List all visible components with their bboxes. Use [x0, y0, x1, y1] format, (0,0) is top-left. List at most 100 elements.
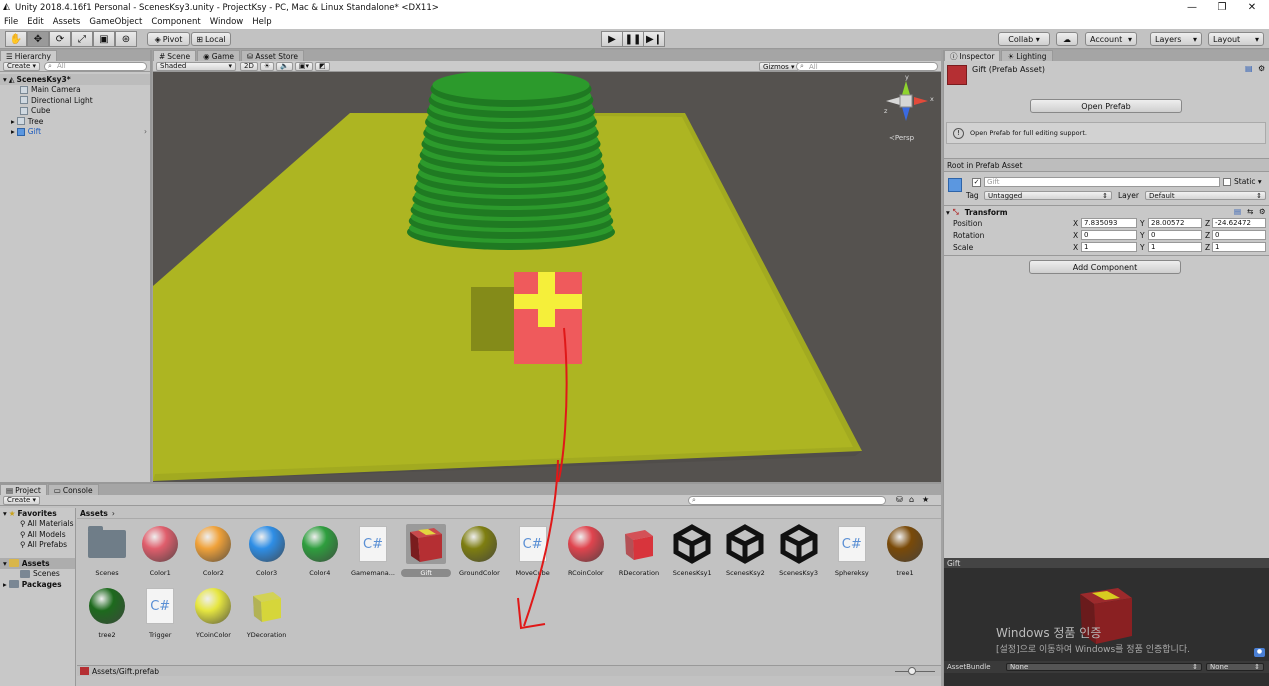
tab-lighting[interactable]: ☀ Lighting [1001, 50, 1053, 61]
asset-item[interactable]: C# Gamemana... [348, 524, 398, 577]
object-name-field[interactable]: Gift [984, 177, 1220, 187]
open-prefab-button[interactable]: Open Prefab [1030, 99, 1182, 113]
preset-icon[interactable]: ⇆ [1247, 207, 1253, 216]
scene-viewport[interactable]: y x z ≺Persp [153, 72, 941, 482]
favorites-item[interactable]: ⚲ All Prefabs [0, 540, 75, 551]
help-icon[interactable]: ▤ [1234, 207, 1241, 216]
hierarchy-create-button[interactable]: Create ▾ [3, 61, 41, 71]
packages-row[interactable]: ▸ Packages [0, 579, 75, 590]
tab-asset-store[interactable]: ⛁ Asset Store [241, 50, 305, 61]
asset-item[interactable]: YDecoration [242, 586, 292, 639]
step-icon[interactable]: ▶❙ [643, 31, 665, 47]
tab-scene[interactable]: # Scene [153, 50, 197, 61]
transform-tool-icon[interactable]: ⊛ [115, 31, 137, 47]
asset-item[interactable]: C# Trigger [135, 586, 185, 639]
asset-item[interactable]: tree1 [880, 524, 930, 577]
favorites-item[interactable]: ⚲ All Models [0, 529, 75, 540]
maximize-icon[interactable]: ❐ [1209, 0, 1235, 15]
tab-game[interactable]: ◉ Game [197, 50, 241, 61]
effects-dropdown-icon[interactable]: ▣▾ [294, 61, 313, 71]
hierarchy-search-input[interactable]: All [44, 61, 147, 71]
scene-gizmo[interactable]: y x z ≺Persp [880, 73, 940, 145]
position-x-field[interactable]: 7.835093 [1081, 218, 1137, 228]
asset-item[interactable]: C# Sphereksy [827, 524, 877, 577]
toggle-2d-button[interactable]: 2D [240, 61, 258, 71]
hidden-objects-icon[interactable]: ◩ [314, 61, 330, 71]
asset-item[interactable]: RCoinColor [561, 524, 611, 577]
asset-item[interactable]: Color4 [295, 524, 345, 577]
menu-component[interactable]: Component [151, 17, 200, 27]
project-create-button[interactable]: Create ▾ [3, 495, 41, 505]
settings-gear-icon[interactable]: ⚙ [1259, 207, 1266, 216]
tab-hierarchy[interactable]: ☰ Hierarchy [0, 50, 57, 61]
asset-item[interactable]: Gift [401, 524, 452, 577]
lighting-toggle-icon[interactable]: ☀ [259, 61, 275, 71]
menu-assets[interactable]: Assets [53, 17, 81, 27]
scale-y-field[interactable]: 1 [1148, 242, 1202, 252]
menu-file[interactable]: File [4, 17, 18, 27]
notification-icon[interactable]: ● [1254, 648, 1265, 657]
account-dropdown[interactable]: Account ▾ [1085, 32, 1137, 46]
hierarchy-item[interactable]: ▸ Gift › [0, 127, 150, 138]
variant-dropdown[interactable]: None ⇕ [1206, 663, 1264, 671]
play-icon[interactable]: ▶ [601, 31, 623, 47]
position-y-field[interactable]: 28.00572 [1148, 218, 1202, 228]
asset-item[interactable]: C# MoveCube [508, 524, 558, 577]
chevron-right-icon[interactable]: › [144, 127, 147, 136]
move-tool-icon[interactable]: ✥ [27, 31, 49, 47]
hand-tool-icon[interactable]: ✋ [5, 31, 27, 47]
static-checkbox[interactable] [1223, 178, 1231, 186]
scale-tool-icon[interactable]: ⤢ [71, 31, 93, 47]
local-button[interactable]: ⊞ Local [191, 32, 231, 46]
hierarchy-item[interactable]: Directional Light [0, 95, 150, 106]
rotation-y-field[interactable]: 0 [1148, 230, 1202, 240]
hierarchy-item[interactable]: ▸ Tree [0, 116, 150, 127]
settings-gear-icon[interactable]: ⚙ [1258, 64, 1265, 73]
rotation-x-field[interactable]: 0 [1081, 230, 1137, 240]
expand-arrow-icon[interactable]: ▾ [3, 559, 7, 568]
expand-arrow-icon[interactable]: ▾ [3, 509, 7, 518]
gizmos-dropdown[interactable]: Gizmos ▾ [759, 62, 799, 71]
pause-icon[interactable]: ❚❚ [622, 31, 644, 47]
favorite-star-icon[interactable]: ★ [922, 495, 929, 504]
position-z-field[interactable]: -24.62472 [1212, 218, 1266, 228]
zoom-slider-handle[interactable] [908, 667, 916, 675]
scene-search-input[interactable]: All [796, 62, 938, 71]
menu-window[interactable]: Window [210, 17, 244, 27]
hierarchy-item[interactable]: Cube [0, 106, 150, 117]
asset-item[interactable]: ScenesKsy3 [774, 524, 824, 577]
favorites-row[interactable]: ▾ ★ Favorites [0, 508, 75, 519]
scale-x-field[interactable]: 1 [1081, 242, 1137, 252]
audio-toggle-icon[interactable]: 🔈 [276, 61, 293, 71]
add-component-button[interactable]: Add Component [1029, 260, 1181, 274]
shading-dropdown[interactable]: Shaded ▾ [156, 61, 236, 71]
assetbundle-dropdown[interactable]: None ⇕ [1006, 663, 1202, 671]
persp-label[interactable]: ≺Persp [889, 134, 914, 142]
asset-item[interactable]: ScenesKsy2 [720, 524, 770, 577]
minimize-icon[interactable]: — [1179, 0, 1205, 15]
layers-dropdown[interactable]: Layers ▾ [1150, 32, 1202, 46]
asset-item[interactable]: GroundColor [454, 524, 504, 577]
project-search-input[interactable] [688, 496, 886, 505]
scale-z-field[interactable]: 1 [1212, 242, 1266, 252]
assets-root-row[interactable]: ▾ Assets [0, 558, 75, 569]
help-icon[interactable]: ▤ [1245, 64, 1253, 73]
breadcrumb-assets[interactable]: Assets [80, 509, 108, 518]
tab-inspector[interactable]: ⓘ Inspector [944, 50, 1001, 61]
asset-item[interactable]: YCoinColor [188, 586, 238, 639]
filter-type-icon[interactable]: ⛁ [896, 495, 903, 504]
asset-item[interactable]: RDecoration [614, 524, 664, 577]
close-icon[interactable]: ✕ [1239, 0, 1265, 15]
scene-row[interactable]: ▾ ◭ ScenesKsy3* [0, 74, 150, 85]
static-dropdown[interactable]: Static ▾ [1234, 177, 1262, 186]
tab-console[interactable]: ▭ Console [47, 484, 99, 495]
expand-arrow-icon[interactable]: ▾ [946, 208, 950, 217]
asset-item[interactable]: Color3 [242, 524, 292, 577]
menu-help[interactable]: Help [252, 17, 271, 27]
menu-edit[interactable]: Edit [27, 17, 43, 27]
scenes-folder-row[interactable]: Scenes [0, 569, 75, 580]
asset-item[interactable]: Scenes [82, 524, 132, 577]
favorites-item[interactable]: ⚲ All Materials [0, 519, 75, 530]
asset-item[interactable]: ScenesKsy1 [667, 524, 717, 577]
pivot-button[interactable]: ◈ Pivot [147, 32, 190, 46]
